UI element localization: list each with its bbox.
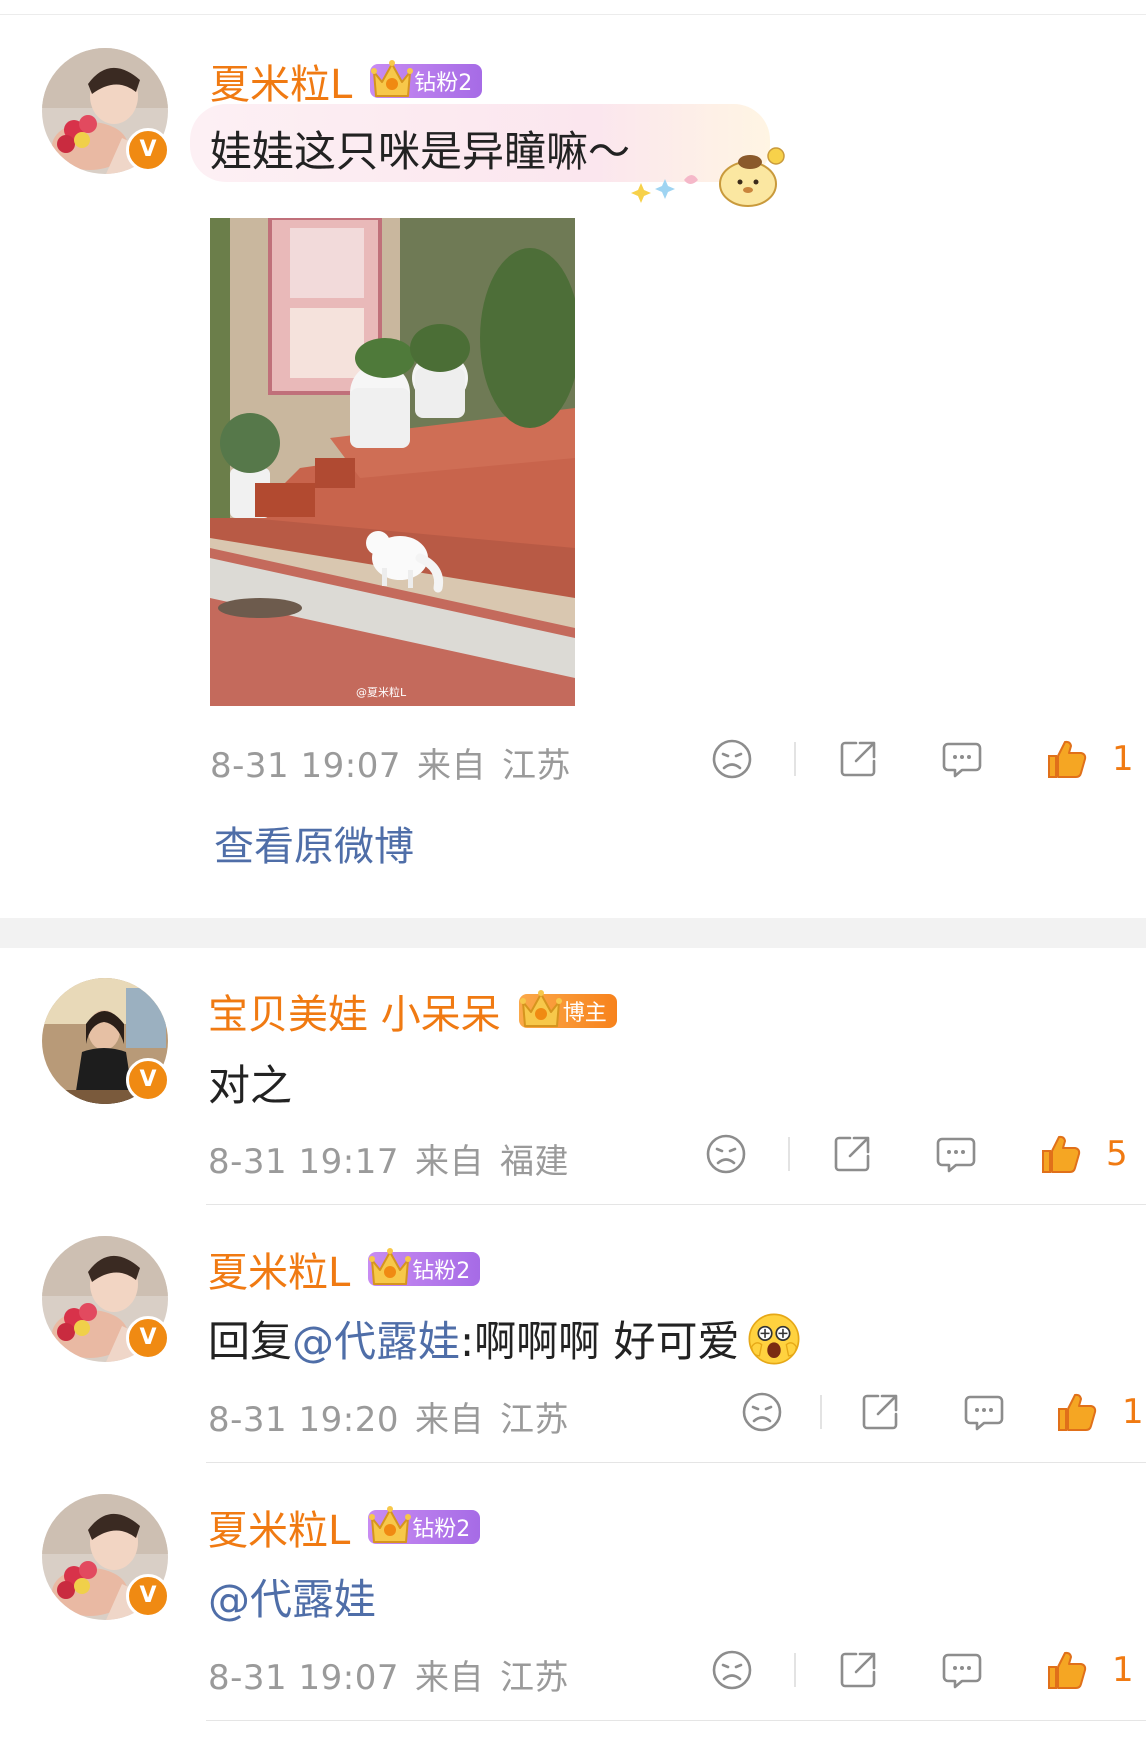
reply-prefix: 回复 [208,1317,293,1366]
verified-badge-icon: V [126,1574,170,1618]
thumbs-up-icon[interactable] [1044,737,1088,781]
top-divider [0,14,1146,15]
avatar[interactable]: V [42,48,170,174]
comment-icon[interactable] [934,1132,978,1176]
username[interactable]: 夏米粒L [208,1498,350,1556]
action-separator [794,742,796,776]
comment-photo[interactable]: @夏米粒L [210,218,575,706]
username[interactable]: 夏米粒L [210,52,352,110]
comment-text: 回复 @代露娃:啊啊啊 好可爱 [208,1308,802,1369]
username[interactable]: 夏米粒L [208,1240,350,1298]
timestamp: 8-31 19:20 [208,1400,399,1440]
view-original-link[interactable]: 查看原微博 [214,814,414,872]
comment-icon[interactable] [940,737,984,781]
shocked-emoji-icon [746,1311,802,1367]
source-label: 来自 [416,746,486,786]
crown-icon [368,58,416,102]
share-icon[interactable] [836,1648,880,1692]
timestamp: 8-31 19:07 [210,746,401,786]
comment-header: 夏米粒L 钻粉2 [208,1498,481,1556]
like-count: 1 [1112,1650,1134,1690]
photo-watermark: @夏米粒L [356,686,407,699]
comment-header: 宝贝美娃 小呆呆 博主 [208,982,617,1040]
location: 福建 [499,1142,569,1182]
action-bar: 1 [740,1390,1144,1434]
fan-level-badge[interactable]: 钻粉2 [370,64,483,98]
cat-photo-image [210,218,575,706]
section-separator [0,918,1146,948]
share-icon[interactable] [836,737,880,781]
avatar[interactable]: V [42,978,170,1104]
comment-header: 夏米粒L 钻粉2 [208,1240,481,1298]
source-label: 来自 [414,1142,484,1182]
dislike-face-icon[interactable] [704,1132,748,1176]
action-bar: 5 [704,1132,1128,1176]
dislike-face-icon[interactable] [710,1648,754,1692]
thumbs-up-icon[interactable] [1054,1390,1098,1434]
badge-label: 钻粉2 [412,1259,471,1284]
verified-badge-icon: V [126,1316,170,1360]
action-bar: 1 [710,1648,1134,1692]
comment-divider [206,1204,1146,1205]
crown-icon [366,1504,414,1548]
location: 江苏 [499,1658,569,1698]
share-icon[interactable] [858,1390,902,1434]
timestamp: 8-31 19:07 [208,1658,399,1698]
badge-label: 博主 [562,1001,607,1026]
comment-icon[interactable] [962,1390,1006,1434]
fan-level-badge[interactable]: 钻粉2 [368,1510,481,1544]
comment-meta: 8-31 19:17 来自 福建 [208,1134,585,1183]
comment-header: 夏米粒L 钻粉2 [210,52,483,110]
verified-badge-icon: V [126,128,170,172]
action-separator [820,1395,822,1429]
action-bar: 1 [710,737,1134,781]
share-icon[interactable] [830,1132,874,1176]
like-count: 1 [1112,739,1134,779]
dislike-face-icon[interactable] [740,1390,784,1434]
thumbs-up-icon[interactable] [1038,1132,1082,1176]
mention-link[interactable]: @代露娃 [208,1566,376,1627]
blogger-badge[interactable]: 博主 [518,994,617,1028]
comment-meta: 8-31 19:20 来自 江苏 [208,1392,585,1441]
location: 江苏 [501,746,571,786]
action-separator [788,1137,790,1171]
verified-badge-icon: V [126,1058,170,1102]
crown-icon [517,988,565,1032]
badge-label: 钻粉2 [412,1517,471,1542]
crown-icon [366,1246,414,1290]
source-label: 来自 [414,1400,484,1440]
location: 江苏 [499,1400,569,1440]
comment-meta: 8-31 19:07 来自 江苏 [208,1650,585,1699]
dislike-face-icon[interactable] [710,737,754,781]
comment-text: 娃娃这只咪是异瞳嘛～ [210,127,631,176]
comment-text: 对之 [208,1061,293,1110]
pompompurin-sticker-icon [719,147,785,207]
fan-level-badge[interactable]: 钻粉2 [368,1252,481,1286]
like-count: 1 [1122,1392,1144,1432]
source-label: 来自 [414,1658,484,1698]
comment-divider [206,1462,1146,1463]
comment-divider [206,1720,1146,1721]
timestamp: 8-31 19:17 [208,1142,399,1182]
thumbs-up-icon[interactable] [1044,1648,1088,1692]
sparkle-decoration-icon [631,175,698,203]
like-count: 5 [1106,1134,1128,1174]
action-separator [794,1653,796,1687]
comment-meta: 8-31 19:07 来自 江苏 [210,738,587,787]
badge-label: 钻粉2 [414,71,473,96]
avatar[interactable]: V [42,1494,170,1620]
username[interactable]: 宝贝美娃 小呆呆 [208,982,501,1040]
avatar[interactable]: V [42,1236,170,1362]
reply-body: :啊啊啊 好可爱 [460,1317,740,1366]
comment-icon[interactable] [940,1648,984,1692]
mention-link[interactable]: @代露娃 [292,1308,460,1369]
